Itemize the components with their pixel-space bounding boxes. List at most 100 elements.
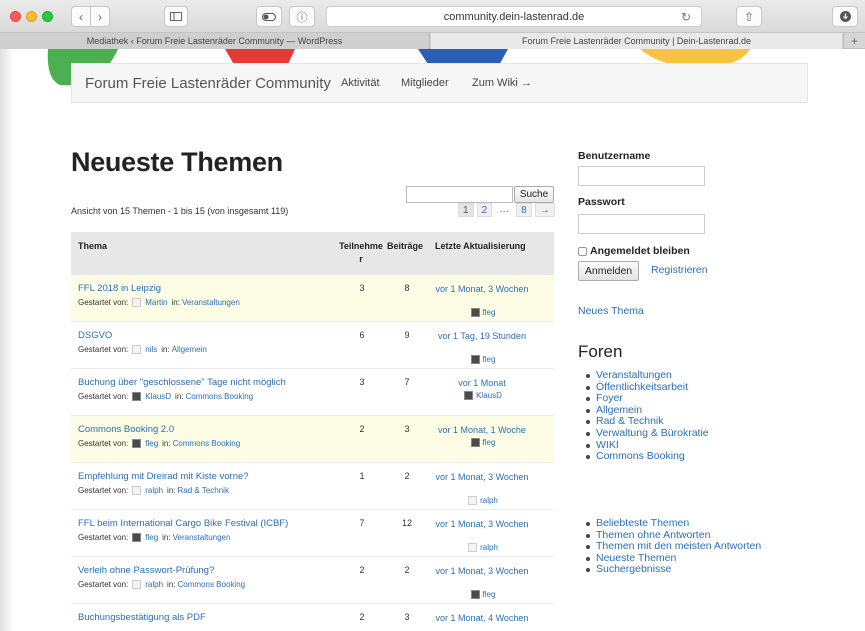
topic-meta: Gestartet von: ralph in: Rad & Technik — [78, 486, 229, 495]
topic-title-link[interactable]: Commons Booking 2.0 — [78, 424, 174, 435]
download-icon — [839, 11, 851, 22]
remember-label: Angemeldet bleiben — [590, 245, 690, 257]
forum-link[interactable]: Commons Booking — [596, 450, 685, 462]
close-window-button[interactable] — [10, 11, 21, 22]
author-link[interactable]: fleg — [145, 439, 158, 448]
password-field[interactable] — [578, 214, 705, 234]
last-update-link[interactable]: vor 1 Monat — [428, 377, 536, 390]
view-link[interactable]: Themen ohne Antworten — [596, 529, 710, 541]
forum-link[interactable]: Öffentlichkeitsarbeit — [596, 381, 688, 393]
view-link[interactable]: Suchergebnisse — [596, 563, 671, 576]
forum-link[interactable]: Allgemein — [596, 404, 642, 416]
forum-link[interactable]: Verwaltung & Bürokratie — [596, 427, 709, 439]
forum-link[interactable]: Commons Booking — [186, 392, 254, 401]
topic-meta: Gestartet von: fleg in: Veranstaltungen — [78, 533, 230, 542]
started-by-label: Gestartet von: — [78, 345, 129, 354]
page-2[interactable]: 2 — [476, 203, 493, 217]
forum-link[interactable]: Foyer — [596, 392, 623, 404]
author-link[interactable]: Martin — [145, 298, 167, 307]
forward-button[interactable]: › — [90, 6, 110, 27]
topic-title-link[interactable]: Empfehlung mit Dreirad mit Kiste vorne? — [78, 471, 249, 482]
last-poster-link[interactable]: ralph — [480, 543, 498, 552]
remember-me[interactable]: Angemeldet bleiben — [578, 245, 690, 257]
forum-link[interactable]: Allgemein — [172, 345, 207, 354]
last-poster-link[interactable]: fleg — [483, 308, 496, 317]
remember-checkbox[interactable] — [578, 246, 587, 256]
sidebar-button[interactable] — [164, 6, 188, 27]
topic-meta: Gestartet von: nils in: Allgemein — [78, 345, 207, 354]
author-link[interactable]: KlausD — [145, 392, 171, 401]
started-by-label: Gestartet von: — [78, 580, 129, 589]
author-avatar — [132, 392, 142, 401]
back-button[interactable]: ‹ — [71, 6, 91, 27]
downloads-button[interactable] — [832, 6, 858, 27]
topic-title-link[interactable]: Buchung über "geschlossene" Tage nicht m… — [78, 377, 286, 388]
topic-title-link[interactable]: FFL beim International Cargo Bike Festiv… — [78, 518, 288, 529]
last-update-link[interactable]: vor 1 Monat, 1 Woche — [428, 424, 536, 437]
username-label: Benutzername — [578, 150, 651, 162]
search-button[interactable]: Suche — [514, 186, 554, 203]
last-update-link[interactable]: vor 1 Monat, 3 Wochen — [428, 471, 536, 484]
forum-link[interactable]: Rad & Technik — [178, 486, 229, 495]
last-poster-link[interactable]: KlausD — [476, 391, 502, 400]
last-poster-link[interactable]: ralph — [480, 496, 498, 505]
last-update-link[interactable]: vor 1 Tag, 19 Stunden — [428, 330, 536, 343]
username-field[interactable] — [578, 166, 705, 186]
topic-title-link[interactable]: Verleih ohne Passwort-Prüfung? — [78, 565, 214, 576]
last-poster-avatar — [470, 355, 480, 364]
forum-link[interactable]: WIKI — [596, 439, 619, 451]
info-button[interactable]: ⓘ — [289, 6, 315, 27]
view-link[interactable]: Themen mit den meisten Antworten — [596, 540, 761, 552]
nav-aktivitaet[interactable]: Aktivität — [341, 77, 380, 89]
view-link[interactable]: Neueste Themen — [596, 552, 676, 564]
last-update-link[interactable]: vor 1 Monat, 3 Wochen — [428, 565, 536, 578]
share-icon: ⇧ — [743, 9, 755, 24]
topic-meta: Gestartet von: Martin in: Veranstaltunge… — [78, 298, 240, 307]
reload-icon[interactable]: ↻ — [681, 10, 691, 24]
address-bar[interactable]: community.dein-lastenrad.de ↻ — [326, 6, 702, 27]
last-update-link[interactable]: vor 1 Monat, 4 Wochen — [428, 612, 536, 625]
last-poster-link[interactable]: fleg — [483, 355, 496, 364]
register-link[interactable]: Registrieren — [651, 264, 708, 276]
author-link[interactable]: ralph — [145, 580, 163, 589]
topic-title-link[interactable]: DSGVO — [78, 330, 112, 341]
author-avatar — [132, 345, 142, 354]
forum-link[interactable]: Commons Booking — [173, 439, 241, 448]
site-title-link[interactable]: Forum Freie Lastenräder Community — [85, 75, 331, 92]
last-update-link[interactable]: vor 1 Monat, 3 Wochen — [428, 283, 536, 296]
forum-link[interactable]: Commons Booking — [178, 580, 246, 589]
login-button[interactable]: Anmelden — [578, 261, 639, 281]
topic-meta: Gestartet von: ralph in: Commons Booking — [78, 580, 245, 589]
started-by-label: Gestartet von: — [78, 298, 129, 307]
view-link[interactable]: Beliebteste Themen — [596, 517, 689, 529]
next-page-arrow[interactable]: → — [534, 203, 555, 217]
author-link[interactable]: ralph — [145, 486, 163, 495]
forum-link[interactable]: Veranstaltungen — [182, 298, 240, 307]
zoom-window-button[interactable] — [42, 11, 53, 22]
page-8[interactable]: 8 — [516, 203, 532, 217]
new-topic-link[interactable]: Neues Thema — [578, 305, 644, 317]
topic-title-link[interactable]: Buchungsbestätigung als PDF — [78, 612, 206, 623]
forum-link[interactable]: Veranstaltungen — [596, 369, 672, 381]
share-button[interactable]: ⇧ — [736, 6, 762, 27]
new-tab-button[interactable]: + — [843, 33, 865, 49]
last-poster-link[interactable]: fleg — [483, 590, 496, 599]
chevron-right-icon: › — [98, 9, 102, 24]
author-link[interactable]: fleg — [145, 533, 158, 542]
author-link[interactable]: nils — [145, 345, 157, 354]
forum-link[interactable]: Rad & Technik — [596, 415, 664, 428]
tab-mediathek[interactable]: Mediathek ‹ Forum Freie Lastenräder Comm… — [0, 33, 430, 49]
last-poster-link[interactable]: fleg — [483, 438, 496, 447]
last-update-link[interactable]: vor 1 Monat, 3 Wochen — [428, 518, 536, 531]
topic-title-link[interactable]: FFL 2018 in Leipzig — [78, 283, 161, 294]
forum-link[interactable]: Veranstaltungen — [173, 533, 231, 542]
privacy-toggle-button[interactable] — [256, 6, 282, 27]
nav-mitglieder[interactable]: Mitglieder — [401, 77, 449, 89]
minimize-window-button[interactable] — [26, 11, 37, 22]
tab-forum[interactable]: Forum Freie Lastenräder Community | Dein… — [431, 33, 842, 49]
nav-wiki[interactable]: Zum Wiki → — [472, 77, 532, 89]
view-list: Beliebteste Themen Themen ohne Antworten T… — [585, 517, 761, 576]
last-poster-avatar — [468, 543, 478, 552]
post-count: 3 — [404, 612, 410, 622]
search-input[interactable] — [406, 186, 513, 203]
